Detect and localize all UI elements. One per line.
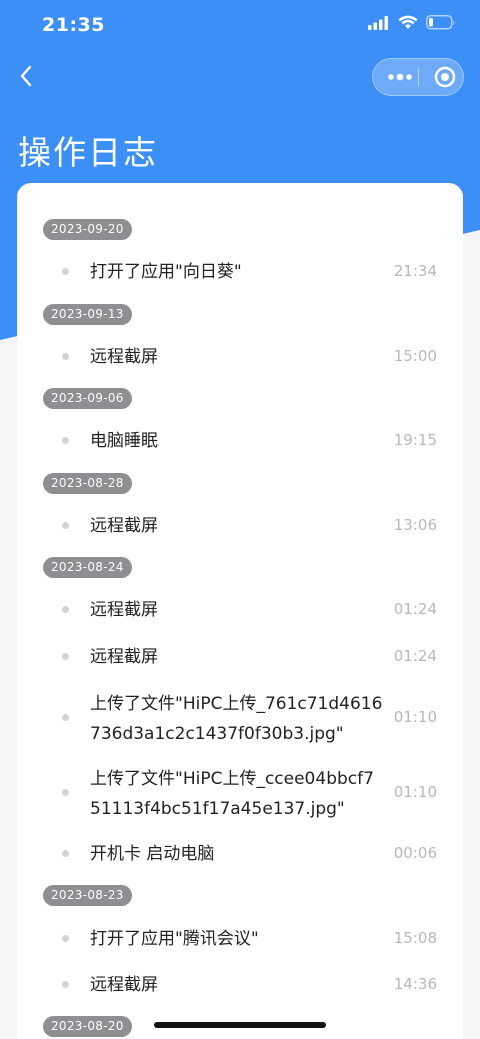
log-entry: 上传了文件"HiPC上传_761c71d4616 736d3a1c2c1437f… xyxy=(17,690,463,746)
date-badge: 2023-09-20 xyxy=(43,219,132,240)
log-entry-time: 19:15 xyxy=(393,431,437,449)
date-badge: 2023-09-06 xyxy=(43,388,132,409)
bullet-dot xyxy=(62,714,69,721)
log-entry: 电脑睡眠 19:15 xyxy=(17,427,463,455)
date-badge: 2023-08-28 xyxy=(43,473,132,494)
log-entry-text-line2: 736d3a1c2c1437f0f30b3.jpg" xyxy=(90,724,344,744)
bullet-dot xyxy=(62,789,69,796)
log-entry-text: 远程截屏 xyxy=(90,600,158,620)
log-entry: 打开了应用"向日葵" 21:34 xyxy=(17,258,463,286)
miniapp-capsule xyxy=(372,58,464,96)
log-entry-text: 远程截屏 xyxy=(90,647,158,667)
log-entry: 远程截屏 01:24 xyxy=(17,643,463,671)
log-entry: 打开了应用"腾讯会议" 15:08 xyxy=(17,925,463,953)
home-indicator xyxy=(154,1022,326,1028)
battery-low-icon xyxy=(426,15,455,30)
log-entry-time: 01:10 xyxy=(393,708,437,726)
bullet-dot xyxy=(62,522,69,529)
status-icons xyxy=(368,15,456,30)
log-entry-time: 21:34 xyxy=(393,262,437,280)
bullet-dot xyxy=(62,268,69,275)
status-time: 21:35 xyxy=(42,14,105,36)
log-entry-text: 打开了应用"腾讯会议" xyxy=(90,929,259,949)
log-entry-text-line2: 51113f4bc51f17a45e137.jpg" xyxy=(90,799,345,819)
log-entry-time: 13:06 xyxy=(393,516,437,534)
log-entry: 上传了文件"HiPC上传_ccee04bbcf7 51113f4bc51f17a… xyxy=(17,765,463,821)
log-entry-time: 01:24 xyxy=(393,600,437,618)
log-entry: 远程截屏 13:06 xyxy=(17,512,463,540)
bullet-dot xyxy=(62,437,69,444)
log-entry-text-line1: 上传了文件"HiPC上传_ccee04bbcf7 xyxy=(90,769,374,789)
more-dots-icon[interactable] xyxy=(387,70,413,84)
log-entry: 远程截屏 15:00 xyxy=(17,343,463,371)
date-badge: 2023-09-13 xyxy=(43,304,132,325)
status-bar: 21:35 xyxy=(0,0,480,52)
chevron-left-icon[interactable] xyxy=(14,62,42,90)
bullet-dot xyxy=(62,981,69,988)
log-entry: 远程截屏 14:36 xyxy=(17,971,463,999)
log-entry-time: 15:08 xyxy=(393,929,437,947)
log-entry-text: 远程截屏 xyxy=(90,516,158,536)
log-entry-text: 打开了应用"向日葵" xyxy=(90,262,242,282)
log-entry-time: 15:00 xyxy=(393,347,437,365)
bullet-dot xyxy=(62,353,69,360)
log-entry-text: 电脑睡眠 xyxy=(90,431,158,451)
log-entry-time: 14:36 xyxy=(393,975,437,993)
bullet-dot xyxy=(62,653,69,660)
target-circle-icon[interactable] xyxy=(433,65,457,89)
wifi-icon xyxy=(398,15,418,29)
log-entry: 远程截屏 01:24 xyxy=(17,596,463,624)
log-entry-text: 开机卡 启动电脑 xyxy=(90,844,215,864)
bullet-dot xyxy=(62,606,69,613)
cellular-signal-icon xyxy=(368,15,388,30)
log-entry-text: 远程截屏 xyxy=(90,347,158,367)
date-badge: 2023-08-20 xyxy=(43,1016,132,1037)
bullet-dot xyxy=(62,850,69,857)
log-entry-time: 00:06 xyxy=(393,844,437,862)
screen: 21:35 操作日志 2023-09-20 打开了应用"向日葵" 21:34 2… xyxy=(0,0,480,1039)
log-entry: 开机卡 启动电脑 00:06 xyxy=(17,840,463,868)
page-title: 操作日志 xyxy=(18,133,158,172)
log-entry-text: 远程截屏 xyxy=(90,975,158,995)
log-entry-time: 01:24 xyxy=(393,647,437,665)
log-entry-text-line1: 上传了文件"HiPC上传_761c71d4616 xyxy=(90,694,383,714)
capsule-divider xyxy=(418,68,419,86)
log-entry-time: 01:10 xyxy=(393,783,437,801)
date-badge: 2023-08-24 xyxy=(43,557,132,578)
bullet-dot xyxy=(62,935,69,942)
date-badge: 2023-08-23 xyxy=(43,885,132,906)
